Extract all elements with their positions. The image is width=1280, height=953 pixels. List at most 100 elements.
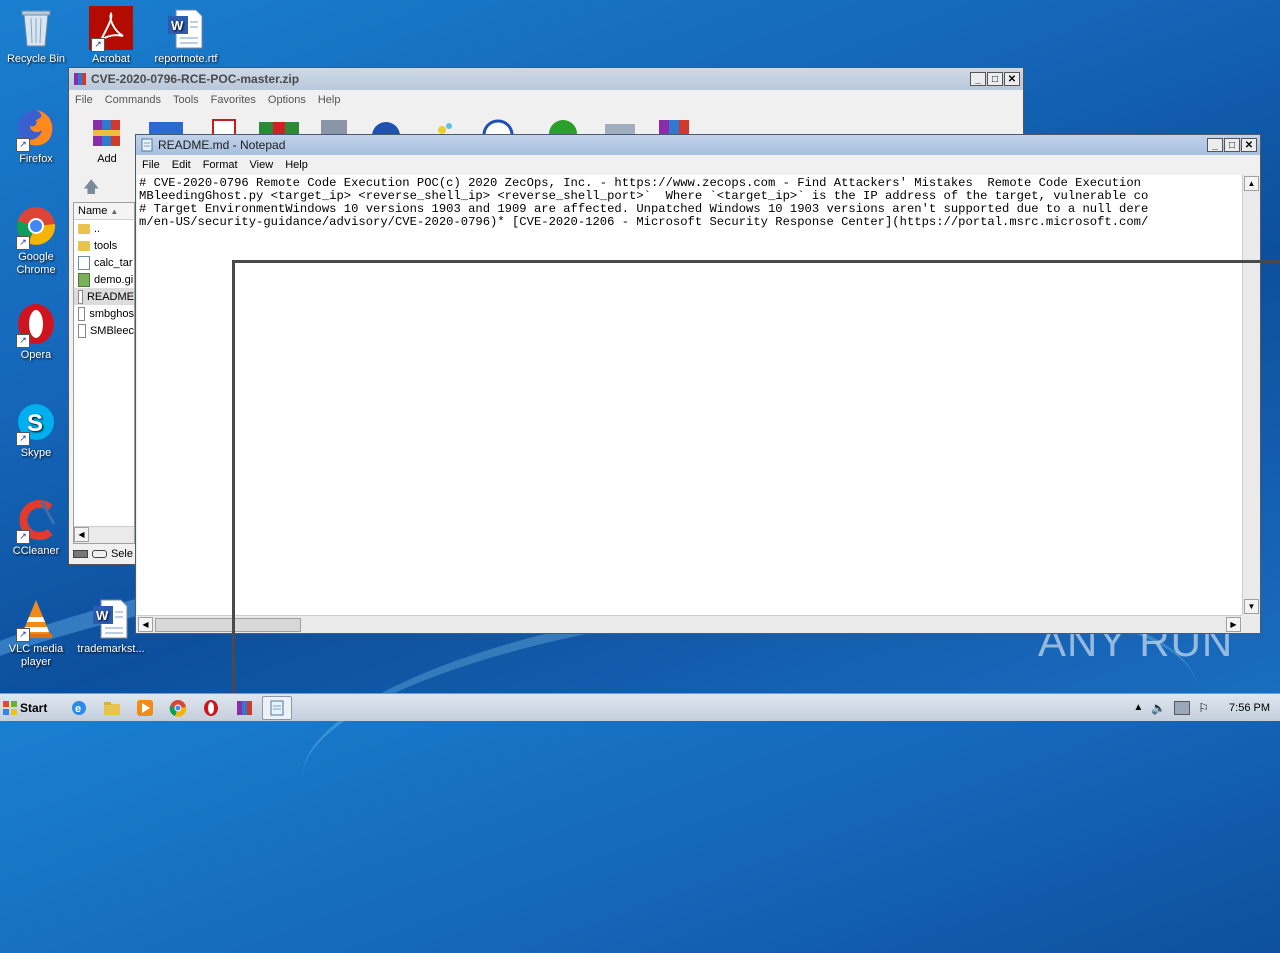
notepad-titlebar[interactable]: README.md - Notepad _ □ ✕: [136, 135, 1260, 155]
shortcut-arrow-icon: ↗: [16, 432, 30, 446]
clock[interactable]: 7:56 PM: [1229, 702, 1270, 714]
scroll-left-button[interactable]: ◀: [74, 527, 89, 542]
add-label: Add: [97, 153, 117, 165]
notepad-text-area[interactable]: # CVE-2020-0796 Remote Code Execution PO…: [137, 175, 1242, 615]
winrar-icon: [73, 72, 87, 86]
close-button[interactable]: ✕: [1241, 138, 1257, 152]
menu-help[interactable]: Help: [279, 159, 314, 171]
desktop-icon-label: trademarkst...: [77, 643, 145, 655]
menu-view[interactable]: View: [244, 159, 280, 171]
up-folder-button[interactable]: 🡅: [83, 176, 99, 203]
list-item[interactable]: ..: [74, 220, 134, 237]
list-item[interactable]: SMBleec: [74, 322, 134, 339]
shortcut-arrow-icon: ↗: [16, 138, 30, 152]
minimize-button[interactable]: _: [1207, 138, 1223, 152]
file-icon: [78, 306, 86, 321]
file-list: Name ▲ .. tools calc_tar demo.gi README …: [73, 202, 135, 544]
list-item[interactable]: tools: [74, 237, 134, 254]
desktop-icon-chrome[interactable]: ↗ Google Chrome: [1, 204, 71, 277]
recycle-bin-icon: [14, 6, 58, 50]
horizontal-scrollbar[interactable]: ◀ ▶: [137, 615, 1242, 633]
media-player-icon: [137, 699, 153, 716]
desktop-icon-vlc[interactable]: ↗ VLC media player: [1, 596, 71, 669]
desktop-icon-skype[interactable]: S ↗ Skype: [1, 400, 71, 460]
taskbar-opera-button[interactable]: [196, 696, 226, 720]
menu-format[interactable]: Format: [197, 159, 244, 171]
taskbar-winrar-button[interactable]: [229, 696, 259, 720]
desktop-icon-label: Firefox: [19, 153, 53, 165]
winrar-menubar: File Commands Tools Favorites Options He…: [69, 90, 1023, 110]
list-item[interactable]: demo.gi: [74, 271, 134, 288]
desktop-icon-recycle-bin[interactable]: Recycle Bin: [1, 6, 71, 66]
close-button[interactable]: ✕: [1004, 72, 1020, 86]
winrar-statusbar: Sele: [73, 546, 133, 562]
scroll-down-button[interactable]: ▼: [1244, 599, 1259, 614]
winrar-titlebar[interactable]: CVE-2020-0796-RCE-POC-master.zip _ □ ✕: [69, 68, 1023, 90]
add-button[interactable]: Add: [89, 116, 125, 165]
volume-icon[interactable]: 🔈: [1151, 701, 1166, 715]
menu-commands[interactable]: Commands: [99, 94, 167, 106]
action-center-flag-icon[interactable]: ⚐: [1198, 701, 1209, 715]
scroll-right-button[interactable]: ▶: [1226, 617, 1241, 632]
minimize-button[interactable]: _: [970, 72, 986, 86]
show-hidden-icons-button[interactable]: ▲: [1133, 702, 1143, 713]
image-file-icon: [78, 272, 90, 287]
word-document-icon: W: [89, 596, 133, 640]
network-icon[interactable]: [1174, 700, 1191, 715]
taskbar-notepad-button[interactable]: [262, 695, 292, 720]
folder-icon: [104, 701, 120, 715]
toolbar-button[interactable]: [657, 116, 693, 136]
scroll-up-button[interactable]: ▲: [1244, 176, 1259, 191]
taskbar-chrome-button[interactable]: [163, 696, 193, 720]
acrobat-icon: ↗: [89, 6, 133, 52]
taskbar-ie-button[interactable]: e: [64, 696, 94, 720]
scroll-left-button[interactable]: ◀: [138, 617, 153, 632]
menu-options[interactable]: Options: [262, 94, 312, 106]
vertical-scrollbar[interactable]: ▲ ▼: [1242, 175, 1260, 615]
desktop-icon-label: reportnote.rtf: [154, 53, 218, 65]
menu-file[interactable]: File: [136, 159, 166, 171]
folder-icon: [78, 240, 90, 251]
toolbar-button[interactable]: [319, 116, 349, 136]
desktop-icon-opera[interactable]: ↗ Opera: [1, 302, 71, 362]
desktop-icon-label: VLC media player: [8, 643, 64, 668]
text-line: m/en-US/security-guidance/advisory/CVE-2…: [139, 215, 1149, 229]
menu-tools[interactable]: Tools: [167, 94, 205, 106]
size-grip[interactable]: [1243, 616, 1260, 633]
menu-file[interactable]: File: [69, 94, 99, 106]
internet-explorer-icon: e: [72, 700, 86, 715]
opera-icon: ↗: [14, 302, 58, 348]
scroll-thumb[interactable]: [155, 618, 301, 632]
menu-favorites[interactable]: Favorites: [205, 94, 262, 106]
horizontal-scrollbar[interactable]: ◀: [74, 526, 134, 543]
ccleaner-icon: ↗: [14, 498, 58, 544]
list-item[interactable]: smbghos: [74, 305, 134, 322]
toolbar-button[interactable]: [209, 116, 239, 137]
drive-icon: [73, 550, 88, 558]
list-item[interactable]: calc_tar: [74, 254, 134, 271]
desktop-icon-acrobat[interactable]: ↗ Acrobat: [76, 6, 146, 66]
notepad-title: README.md - Notepad: [158, 138, 286, 152]
desktop-icon-reportnote[interactable]: W reportnote.rtf: [151, 6, 221, 66]
system-tray: ▲ 🔈 ⚐ 7:56 PM: [1133, 700, 1270, 715]
notepad-icon: [140, 138, 154, 152]
start-button[interactable]: Start: [2, 697, 54, 719]
list-item[interactable]: README: [74, 288, 134, 305]
maximize-button[interactable]: □: [1224, 138, 1240, 152]
menu-help[interactable]: Help: [312, 94, 347, 106]
windows-logo-icon: [3, 700, 17, 715]
file-icon: [78, 289, 83, 304]
desktop-icon-ccleaner[interactable]: ↗ CCleaner: [1, 498, 71, 558]
vlc-icon: ↗: [14, 596, 58, 642]
add-archive-icon: [93, 120, 120, 146]
file-icon: [78, 255, 90, 270]
taskbar-explorer-button[interactable]: [97, 696, 127, 720]
notepad-icon: [270, 700, 284, 715]
desktop-icon-firefox[interactable]: ↗ Firefox: [1, 106, 71, 166]
taskbar-media-player-button[interactable]: [130, 696, 160, 720]
column-header-name[interactable]: Name ▲: [74, 203, 134, 220]
svg-text:W: W: [96, 608, 109, 623]
shortcut-arrow-icon: ↗: [16, 236, 30, 250]
maximize-button[interactable]: □: [987, 72, 1003, 86]
menu-edit[interactable]: Edit: [166, 159, 197, 171]
